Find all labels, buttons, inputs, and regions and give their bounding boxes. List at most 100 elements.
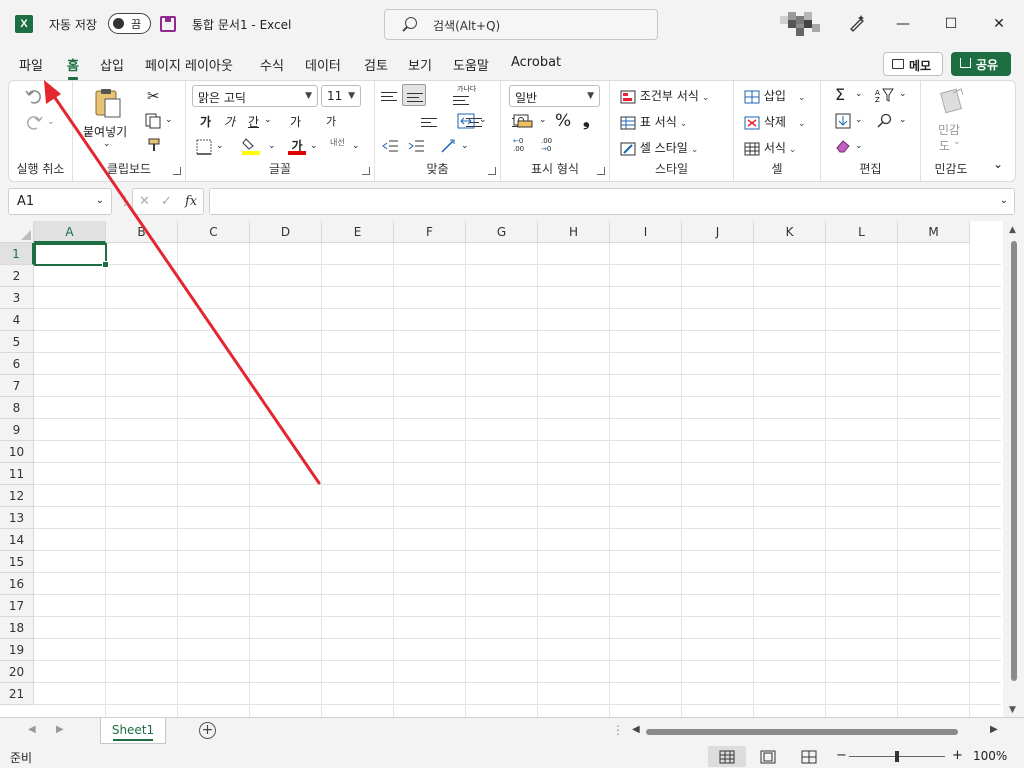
cancel-formula-button[interactable]: ✕	[139, 194, 150, 209]
minimize-button[interactable]: —	[893, 14, 913, 34]
font-launcher-icon[interactable]	[362, 167, 370, 175]
zoom-out-button[interactable]: −	[836, 748, 847, 763]
row-header-6[interactable]: 6	[0, 353, 34, 375]
clear-dropdown-icon[interactable]: ⌄	[855, 141, 863, 151]
cell-styles-button[interactable]: 셀 스타일 ⌄	[620, 139, 698, 156]
scroll-up-icon[interactable]: ▲	[1009, 225, 1016, 235]
vertical-scroll-thumb[interactable]	[1011, 241, 1017, 681]
enter-formula-button[interactable]: ✓	[161, 194, 172, 209]
tab-formulas[interactable]: 수식	[260, 55, 284, 74]
font-color-icon[interactable]: 가	[288, 137, 306, 155]
add-sheet-button[interactable]: +	[199, 722, 216, 739]
active-cell-a1[interactable]	[34, 243, 109, 268]
format-painter-icon[interactable]	[147, 137, 163, 153]
column-header-h[interactable]: H	[538, 221, 610, 243]
row-header-20[interactable]: 20	[0, 661, 34, 683]
accounting-format-icon[interactable]	[513, 114, 533, 128]
row-header-9[interactable]: 9	[0, 419, 34, 441]
sensitivity-label-line2[interactable]: 도	[939, 137, 950, 154]
tab-home[interactable]: 홈	[67, 55, 79, 80]
bold-button[interactable]: 가	[200, 113, 211, 130]
insert-cells-button[interactable]: 삽입 ⌄	[744, 87, 805, 104]
column-header-c[interactable]: C	[178, 221, 250, 243]
row-header-21[interactable]: 21	[0, 683, 34, 705]
avatar[interactable]	[780, 12, 822, 36]
redo-icon[interactable]	[25, 113, 43, 131]
row-header-16[interactable]: 16	[0, 573, 34, 595]
phonetic-dropdown-icon[interactable]: ⌄	[352, 141, 360, 151]
number-format-select[interactable]: 일반 ▼	[509, 85, 600, 107]
fill-color-icon[interactable]	[242, 137, 260, 155]
paste-icon[interactable]	[93, 87, 123, 119]
autosave-toggle[interactable]: 끔	[108, 13, 151, 34]
sensitivity-dropdown-icon[interactable]: ⌄	[953, 137, 961, 147]
row-header-15[interactable]: 15	[0, 551, 34, 573]
underline-button[interactable]: 간	[248, 113, 259, 130]
conditional-formatting-button[interactable]: 조건부 서식 ⌄	[620, 87, 709, 104]
column-header-a[interactable]: A	[34, 221, 106, 243]
row-header-4[interactable]: 4	[0, 309, 34, 331]
column-header-d[interactable]: D	[250, 221, 322, 243]
tab-data[interactable]: 데이터	[305, 55, 341, 74]
designer-pen-icon[interactable]	[848, 14, 866, 32]
column-header-m[interactable]: M	[898, 221, 970, 243]
select-all-button[interactable]	[0, 221, 34, 243]
redo-dropdown-icon[interactable]: ⌄	[47, 117, 55, 127]
fill-icon[interactable]	[835, 113, 851, 129]
increase-indent-icon[interactable]	[407, 139, 425, 153]
orientation-icon[interactable]	[439, 137, 457, 155]
decrease-indent-icon[interactable]	[381, 139, 399, 153]
row-header-1[interactable]: 1	[0, 243, 34, 265]
paste-dropdown-icon[interactable]: ⌄	[103, 139, 111, 149]
tab-review[interactable]: 검토	[364, 55, 388, 74]
align-left-icon[interactable]	[420, 117, 437, 129]
format-as-table-button[interactable]: 표 서식 ⌄	[620, 113, 687, 130]
tab-help[interactable]: 도움말	[453, 55, 489, 74]
sort-filter-icon[interactable]: AZ	[875, 87, 895, 103]
row-header-7[interactable]: 7	[0, 375, 34, 397]
column-header-b[interactable]: B	[106, 221, 178, 243]
scroll-left-icon[interactable]: ◀	[632, 724, 640, 735]
horizontal-scroll-thumb[interactable]	[646, 729, 958, 735]
next-sheet-icon[interactable]: ▶	[56, 724, 64, 735]
save-icon[interactable]	[160, 16, 176, 32]
find-select-icon[interactable]	[877, 113, 893, 129]
copy-dropdown-icon[interactable]: ⌄	[165, 115, 173, 125]
zoom-in-button[interactable]: +	[952, 748, 963, 763]
column-header-e[interactable]: E	[322, 221, 394, 243]
sensitivity-label-line1[interactable]: 민감	[938, 121, 960, 138]
column-header-f[interactable]: F	[394, 221, 466, 243]
clear-icon[interactable]	[835, 139, 851, 153]
sensitivity-icon[interactable]	[939, 87, 965, 113]
italic-button[interactable]: 가	[224, 113, 235, 130]
tab-view[interactable]: 보기	[408, 55, 432, 74]
row-header-18[interactable]: 18	[0, 617, 34, 639]
maximize-button[interactable]: ☐	[941, 14, 961, 34]
column-header-i[interactable]: I	[610, 221, 682, 243]
merge-center-icon[interactable]	[457, 113, 475, 129]
name-box[interactable]: A1 ⌄	[8, 188, 112, 215]
column-header-j[interactable]: J	[682, 221, 754, 243]
tab-acrobat[interactable]: Acrobat	[511, 55, 561, 70]
cut-icon[interactable]: ✂	[147, 87, 160, 105]
shrink-font-button[interactable]: 가	[326, 113, 336, 129]
collapse-ribbon-icon[interactable]: ⌄	[993, 157, 1003, 171]
find-dropdown-icon[interactable]: ⌄	[899, 115, 907, 125]
fill-dropdown-icon[interactable]: ⌄	[855, 115, 863, 125]
undo-icon[interactable]	[25, 87, 43, 105]
format-cells-button[interactable]: 서식 ⌄	[744, 139, 796, 156]
comments-button[interactable]: 메모	[883, 52, 943, 76]
column-header-k[interactable]: K	[754, 221, 826, 243]
copy-icon[interactable]	[145, 113, 163, 129]
expand-formula-icon[interactable]: ⌄	[1000, 195, 1008, 206]
tab-split-grip-icon[interactable]: ⋮	[612, 723, 624, 737]
alignment-launcher-icon[interactable]	[488, 167, 496, 175]
accounting-dropdown-icon[interactable]: ⌄	[539, 115, 547, 125]
font-color-dropdown-icon[interactable]: ⌄	[310, 141, 318, 151]
row-header-8[interactable]: 8	[0, 397, 34, 419]
row-header-5[interactable]: 5	[0, 331, 34, 353]
tab-insert[interactable]: 삽입	[100, 55, 124, 74]
bottom-align-icon[interactable]	[452, 93, 469, 105]
paste-label[interactable]: 붙여넣기	[83, 123, 127, 140]
underline-dropdown-icon[interactable]: ⌄	[264, 115, 272, 125]
